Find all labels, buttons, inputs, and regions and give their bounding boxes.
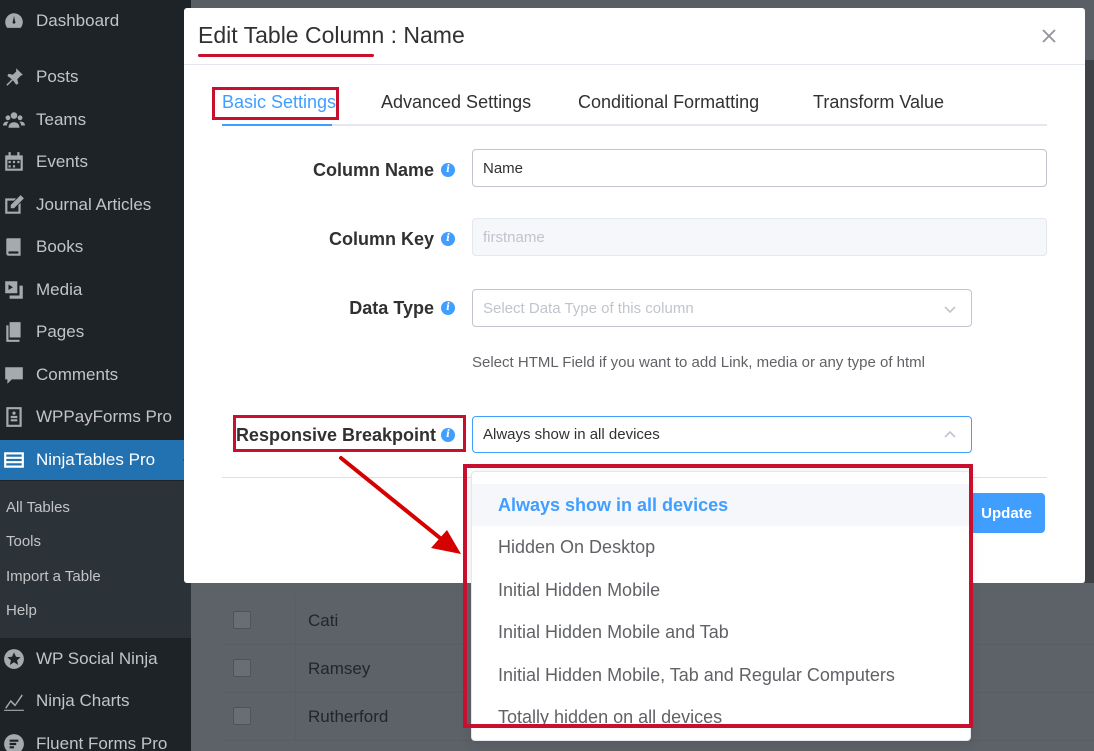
close-icon [1042,29,1056,43]
table-cell: Ramsey [308,659,371,678]
data-type-select[interactable]: Select Data Type of this column [472,289,972,327]
ninjatables-submenu: All Tables Tools Import a Table Help [0,481,191,638]
sidebar-item-ninjatables[interactable]: NinjaTables Pro [0,440,191,480]
modal-title: Edit Table Column : Name [198,22,465,48]
submenu-tools[interactable]: Tools [6,533,41,550]
sidebar-item-label: Comments [36,365,119,384]
column-divider [295,693,296,741]
tab-bar-line [222,124,1047,126]
table-cell: Cati [308,611,339,630]
chevron-up-icon [943,428,957,442]
form-icon [3,406,25,428]
tab-conditional-formatting[interactable]: Conditional Formatting [578,92,759,113]
sidebar-item-dashboard[interactable]: Dashboard [0,1,191,41]
sidebar-item-label: Media [36,280,83,299]
admin-sidebar: Dashboard Posts Teams Events Journal Art… [0,0,191,751]
modal-header: Edit Table Column : Name [184,8,1085,65]
dropdown-annotation-box [463,464,973,728]
sidebar-item-pages[interactable]: Pages [0,312,191,352]
edit-icon [3,194,25,216]
sidebar-item-posts[interactable]: Posts [0,57,191,97]
row-checkbox[interactable] [233,611,251,629]
column-name-input[interactable]: Name [472,149,1047,187]
close-button[interactable] [1039,26,1059,46]
sidebar-item-label: NinjaTables Pro [36,450,156,469]
chart-icon [3,690,25,712]
column-key-input: firstname [472,218,1047,256]
sidebar-item-events[interactable]: Events [0,142,191,182]
sidebar-item-fluent-forms[interactable]: Fluent Forms Pro [0,724,191,751]
pages-icon [3,321,25,343]
sidebar-item-wp-social-ninja[interactable]: WP Social Ninja [0,639,191,679]
group-icon [3,109,25,131]
info-icon[interactable]: i [441,232,455,246]
tab-active-indicator [222,124,332,126]
info-icon[interactable]: i [441,301,455,315]
chevron-down-icon [943,302,957,316]
responsive-breakpoint-select[interactable]: Always show in all devices [472,416,972,453]
sidebar-item-label: Teams [36,110,87,129]
sidebar-item-comments[interactable]: Comments [0,355,191,395]
sidebar-item-label: WP Social Ninja [36,649,158,668]
sidebar-item-label: Books [36,237,84,256]
breakpoint-annotation-box [233,415,466,452]
table-icon [3,449,25,471]
sidebar-item-label: WPPayForms Pro [36,407,173,426]
sidebar-item-media[interactable]: Media [0,270,191,310]
info-icon[interactable]: i [441,163,455,177]
tab-transform-value[interactable]: Transform Value [813,92,944,113]
tab-annotation-box [212,87,339,120]
book-icon [3,236,25,258]
data-type-label: Data Type [349,298,434,318]
column-key-label: Column Key [328,229,434,249]
sidebar-item-label: Journal Articles [36,195,152,214]
star-icon [3,648,25,670]
dashboard-icon [3,10,25,32]
pin-icon [3,66,25,88]
update-button[interactable]: Update [963,493,1045,533]
sidebar-item-label: Dashboard [36,11,120,30]
sidebar-item-teams[interactable]: Teams [0,100,191,140]
forms-icon [3,733,25,751]
calendar-icon [3,151,25,173]
sidebar-item-label: Ninja Charts [36,691,130,710]
annotation-arrow-icon [339,456,461,554]
sidebar-item-ninja-charts[interactable]: Ninja Charts [0,681,191,721]
sidebar-item-label: Pages [36,322,85,341]
sidebar-item-label: Fluent Forms Pro [36,734,168,751]
table-cell: Rutherford [308,707,389,726]
title-annotation-underline [198,54,374,57]
tab-advanced-settings[interactable]: Advanced Settings [381,92,531,113]
column-name-label: Column Name [312,160,434,180]
comment-icon [3,364,25,386]
submenu-help[interactable]: Help [6,602,37,619]
row-checkbox[interactable] [233,659,251,677]
sidebar-item-label: Posts [36,67,79,86]
overlay-edge [1085,60,1094,583]
sidebar-item-wppayforms[interactable]: WPPayForms Pro [0,397,191,437]
media-icon [3,279,25,301]
sidebar-item-books[interactable]: Books [0,227,191,267]
row-checkbox[interactable] [233,707,251,725]
sidebar-item-label: Events [36,152,88,171]
sidebar-item-journal-articles[interactable]: Journal Articles [0,185,191,225]
submenu-import-table[interactable]: Import a Table [6,568,101,585]
column-divider [295,597,296,645]
column-divider [295,645,296,693]
submenu-all-tables[interactable]: All Tables [6,499,70,516]
data-type-hint: Select HTML Field if you want to add Lin… [472,354,925,371]
